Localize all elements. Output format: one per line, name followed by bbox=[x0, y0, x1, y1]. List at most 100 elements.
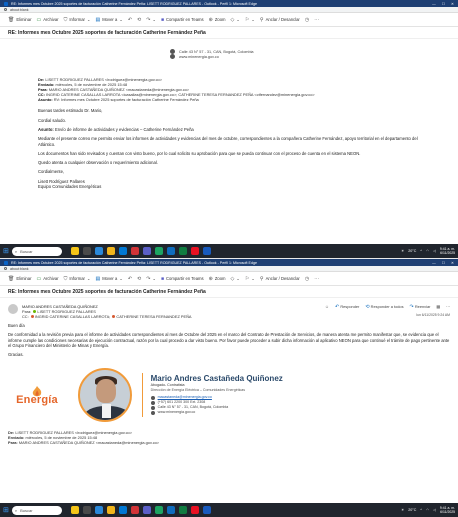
acrobat-icon[interactable] bbox=[190, 247, 199, 255]
teams-icon[interactable] bbox=[142, 247, 151, 255]
asunto-line: Asunto: Envío de informe de actividades … bbox=[38, 126, 194, 132]
presence-icon bbox=[30, 315, 34, 319]
mail-icon bbox=[150, 395, 155, 400]
screenshot-top: RE: Informes mes Octubre 2025 soportes d… bbox=[0, 0, 458, 258]
outlook-icon bbox=[4, 1, 8, 6]
outlook-icon[interactable] bbox=[118, 247, 127, 255]
taskbar-search[interactable]: ⌕ Buscar bbox=[11, 246, 62, 256]
maximize-icon[interactable]: ☐ bbox=[442, 261, 445, 265]
minimize-icon[interactable]: — bbox=[432, 2, 436, 6]
site-info-icon[interactable] bbox=[4, 267, 7, 270]
pin-button[interactable]: ⚲ Anclar / Desanclar bbox=[260, 17, 300, 23]
reply-all-toolbar-button[interactable]: ⟲ bbox=[137, 276, 141, 282]
excel-icon[interactable] bbox=[178, 247, 187, 255]
tag-button[interactable]: ◇ ⌄ bbox=[231, 17, 240, 23]
thanks-line: Gracias. bbox=[8, 352, 24, 358]
move-button[interactable]: ▤ Mover a ⌄ bbox=[95, 276, 122, 282]
tray-chevron-icon[interactable]: ^ bbox=[420, 249, 422, 253]
reply-all-toolbar-button[interactable]: ⟲ bbox=[137, 17, 141, 23]
clock-icon: ◷ bbox=[304, 275, 310, 282]
delete-button[interactable]: 🗑 Eliminar bbox=[8, 17, 31, 23]
chrome-icon[interactable] bbox=[154, 506, 163, 514]
more-icon[interactable]: ⋯ bbox=[446, 304, 450, 309]
archive-button[interactable]: ▭ Archivar bbox=[36, 17, 58, 23]
snooze-button[interactable]: ◷ bbox=[305, 17, 309, 23]
wifi-icon[interactable]: ◠ bbox=[426, 508, 429, 512]
word-icon[interactable] bbox=[202, 247, 211, 255]
edge-icon[interactable] bbox=[94, 506, 103, 514]
store-icon[interactable] bbox=[166, 247, 175, 255]
clock[interactable]: 9:41 a. m. 6/11/2025 bbox=[440, 506, 455, 514]
excel-icon[interactable] bbox=[178, 506, 187, 514]
share-teams-button[interactable]: ■ Compartir en Teams bbox=[161, 276, 204, 282]
more-button[interactable]: ⋯ bbox=[314, 276, 319, 282]
snooze-button[interactable]: ◷ bbox=[305, 276, 309, 282]
windows-start-icon[interactable]: ⊞ bbox=[3, 506, 9, 514]
forward-toolbar-button[interactable]: ↷ ⌄ bbox=[146, 17, 156, 23]
close-icon[interactable]: ✕ bbox=[451, 2, 454, 6]
flag-button[interactable]: ⚐ ⌄ bbox=[245, 276, 255, 282]
report-button[interactable]: ⛉ Informar ⌄ bbox=[64, 17, 91, 23]
archive-button[interactable]: ▭ Archivar bbox=[36, 276, 58, 282]
presence-icon bbox=[112, 315, 116, 319]
widgets-icon[interactable] bbox=[70, 247, 79, 255]
taskbar-search[interactable]: ⌕ Buscar bbox=[11, 505, 62, 515]
shield-icon: ⛉ bbox=[63, 275, 68, 282]
move-button[interactable]: ▤ Mover a ⌄ bbox=[95, 17, 122, 23]
wifi-icon[interactable]: ◠ bbox=[426, 249, 429, 253]
apps-icon[interactable]: ▦ bbox=[436, 304, 440, 309]
zoom-button[interactable]: ⊕ Zoom bbox=[209, 17, 226, 23]
outlook-icon bbox=[4, 260, 8, 265]
weather-icon[interactable]: ☀ bbox=[401, 508, 404, 512]
reply-toolbar-button[interactable]: ↶ bbox=[128, 17, 132, 23]
globe-icon bbox=[150, 410, 155, 415]
zoom-button[interactable]: ⊕ Zoom bbox=[209, 276, 226, 282]
weather-icon[interactable]: ☀ bbox=[401, 249, 404, 253]
reply-button[interactable]: ↶ Responder bbox=[335, 304, 359, 310]
share-teams-button[interactable]: ■ Compartir en Teams bbox=[161, 17, 204, 23]
more-button[interactable]: ⋯ bbox=[314, 17, 319, 23]
office-icon[interactable] bbox=[130, 247, 139, 255]
tag-button[interactable]: ◇ ⌄ bbox=[231, 276, 240, 282]
word-icon[interactable] bbox=[202, 506, 211, 514]
acrobat-icon[interactable] bbox=[190, 506, 199, 514]
globe-icon bbox=[170, 54, 175, 59]
tag-icon: ◇ bbox=[230, 16, 235, 23]
office-icon[interactable] bbox=[130, 506, 139, 514]
emoji-react-icon[interactable]: ☺ bbox=[325, 304, 329, 309]
report-button[interactable]: ⛉ Informar ⌄ bbox=[64, 276, 91, 282]
site-info-icon[interactable] bbox=[4, 8, 7, 11]
maximize-icon[interactable]: ☐ bbox=[442, 2, 445, 6]
windows-start-icon[interactable]: ⊞ bbox=[3, 247, 9, 255]
reply-toolbar-button[interactable]: ↶ bbox=[128, 276, 132, 282]
task-view-icon[interactable] bbox=[82, 506, 91, 514]
avatar[interactable] bbox=[8, 304, 18, 314]
forward-button[interactable]: ↷ Reenviar bbox=[410, 304, 431, 310]
tray-chevron-icon[interactable]: ^ bbox=[420, 508, 422, 512]
zoom-icon: ⊕ bbox=[208, 275, 213, 282]
file-explorer-icon[interactable] bbox=[106, 506, 115, 514]
volume-icon[interactable]: ◁ bbox=[433, 249, 436, 253]
reply-all-button[interactable]: ⟲ Responder a todos bbox=[365, 304, 403, 310]
pin-button[interactable]: ⚲ Anclar / Desanclar bbox=[260, 276, 300, 282]
minimize-icon[interactable]: — bbox=[432, 261, 436, 265]
clock[interactable]: 9:41 a. m. 6/11/2025 bbox=[440, 247, 455, 255]
chevron-down-icon: ⌄ bbox=[119, 17, 123, 22]
file-explorer-icon[interactable] bbox=[106, 247, 115, 255]
teams-icon[interactable] bbox=[142, 506, 151, 514]
body-paragraph: Los documentos han sido revisados y cuen… bbox=[38, 151, 361, 157]
outlook-icon[interactable] bbox=[118, 506, 127, 514]
task-view-icon[interactable] bbox=[82, 247, 91, 255]
close-icon[interactable]: ✕ bbox=[451, 261, 454, 265]
flag-button[interactable]: ⚐ ⌄ bbox=[245, 17, 255, 23]
edge-icon[interactable] bbox=[94, 247, 103, 255]
delete-button[interactable]: 🗑 Eliminar bbox=[8, 276, 31, 282]
body-paragraph: Mediante el presente correo me permito e… bbox=[38, 136, 418, 147]
forward-toolbar-button[interactable]: ↷ ⌄ bbox=[146, 276, 156, 282]
volume-icon[interactable]: ◁ bbox=[433, 508, 436, 512]
store-icon[interactable] bbox=[166, 506, 175, 514]
chrome-icon[interactable] bbox=[154, 247, 163, 255]
chevron-down-icon: ⌄ bbox=[251, 276, 255, 281]
widgets-icon[interactable] bbox=[70, 506, 79, 514]
clock-icon: ◷ bbox=[304, 16, 310, 23]
